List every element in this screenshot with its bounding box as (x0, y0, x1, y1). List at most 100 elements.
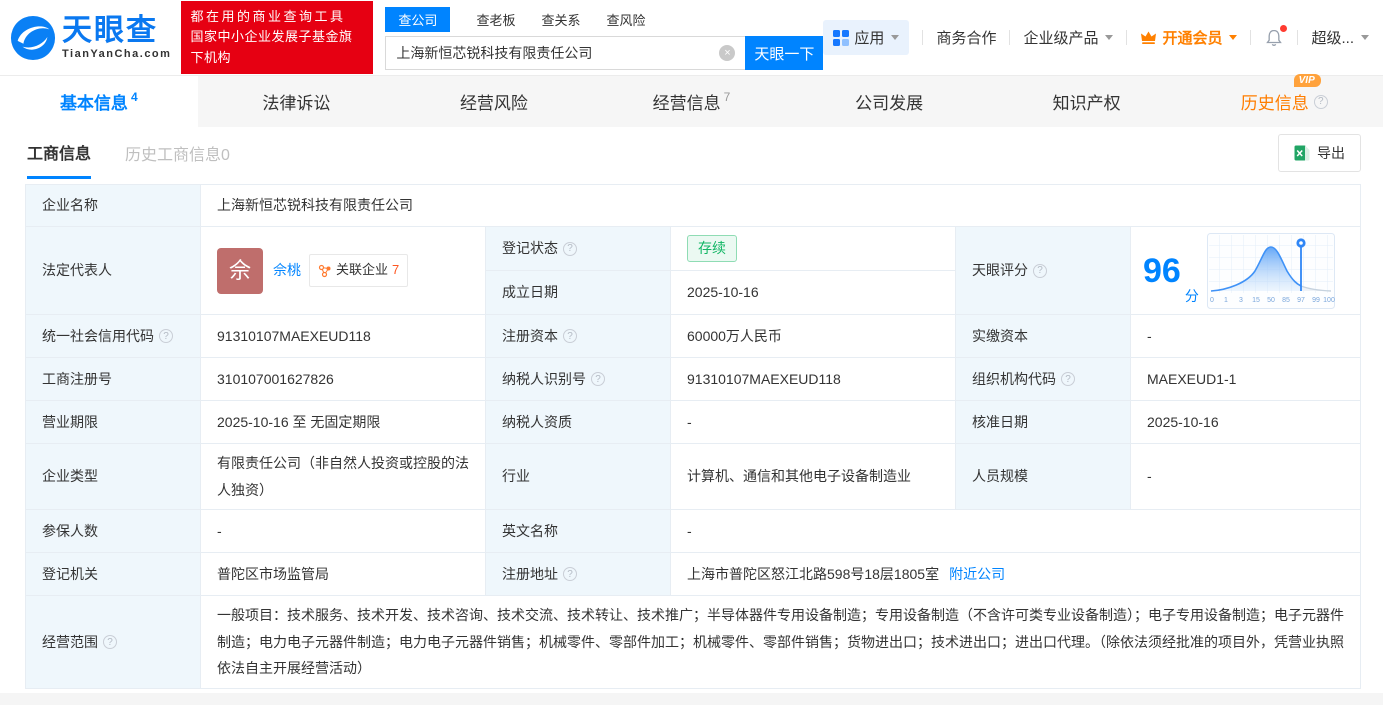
status-date-stack: 登记状态 存续 成立日期 2025-10-16 (486, 227, 956, 314)
reg-status-label-cell: 登记状态 (486, 227, 671, 270)
tab-legal[interactable]: 法律诉讼 (198, 76, 396, 127)
tab-legal-label: 法律诉讼 (262, 94, 331, 113)
taxpayer-id-label-cell: 纳税人识别号 (486, 358, 671, 400)
reg-no-value: 310107001627826 (201, 358, 486, 400)
status-badge: 存续 (687, 235, 737, 262)
uscc-value: 91310107MAEXEUD118 (201, 315, 486, 357)
tab-basic-info[interactable]: 基本信息 4 (0, 76, 198, 127)
reg-authority-value: 普陀区市场监管局 (201, 553, 486, 595)
scope-value: 一般项目：技术服务、技术开发、技术咨询、技术交流、技术转让、技术推广；半导体器件… (217, 607, 1344, 677)
search-tab-company[interactable]: 查公司 (385, 7, 451, 32)
org-code-label: 组织机构代码 (972, 370, 1056, 387)
brand-domain: TianYanCha.com (62, 47, 172, 60)
search-tab-boss[interactable]: 查老板 (476, 7, 515, 32)
help-icon[interactable] (563, 567, 577, 581)
svg-text:15: 15 (1252, 297, 1260, 304)
divider (1126, 30, 1128, 45)
subtab-business-registration[interactable]: 工商信息 (27, 127, 92, 179)
notifications-bell[interactable] (1264, 24, 1288, 48)
svg-text:85: 85 (1282, 297, 1290, 304)
nav-enterprise[interactable]: 企业级产品 (1023, 27, 1114, 48)
svg-text:50: 50 (1267, 297, 1275, 304)
nav-user[interactable]: 超级... (1311, 27, 1369, 48)
company-type-value: 有限责任公司（非自然人投资或控股的法人独资） (201, 444, 486, 509)
uscc-label-cell: 统一社会信用代码 (26, 315, 201, 357)
est-date-label: 成立日期 (486, 271, 671, 314)
nav-open-vip-label: 开通会员 (1162, 30, 1223, 47)
paid-capital-label: 实缴资本 (956, 315, 1131, 357)
table-row: 经营范围 一般项目：技术服务、技术开发、技术咨询、技术交流、技术转让、技术推广；… (26, 596, 1360, 688)
help-icon[interactable] (103, 635, 117, 649)
top-nav: 应用 商务合作 企业级产品 开通会员 超级... (823, 20, 1369, 55)
legal-rep-cell: 佘 佘桃 关联企业 7 (201, 227, 486, 314)
legal-rep-link[interactable]: 佘桃 (273, 257, 301, 284)
apps-grid-icon (833, 29, 850, 46)
english-name-value: - (687, 522, 692, 539)
help-icon[interactable] (563, 241, 577, 256)
taxpayer-id-label: 纳税人识别号 (502, 370, 586, 387)
related-companies-label: 关联企业 (336, 262, 389, 278)
score-cell: 96 分 0 1 3 15 50 85 97 99 100 (1131, 227, 1360, 314)
nav-cooperation-label: 商务合作 (936, 30, 997, 47)
help-icon[interactable] (1061, 372, 1075, 386)
export-button[interactable]: 导出 (1278, 134, 1361, 172)
nav-cooperation[interactable]: 商务合作 (936, 27, 996, 48)
subtab-history-registration[interactable]: 历史工商信息0 (125, 127, 230, 179)
taxpayer-qual-label: 纳税人资质 (486, 401, 671, 443)
help-icon[interactable] (563, 329, 577, 343)
legal-rep-avatar[interactable]: 佘 (217, 247, 263, 294)
svg-text:1: 1 (1224, 297, 1228, 304)
est-date-value: 2025-10-16 (687, 284, 759, 301)
excel-icon (1294, 145, 1310, 161)
org-code-value: MAEXEUD1-1 (1147, 370, 1237, 387)
search-button[interactable]: 天眼一下 (745, 36, 824, 70)
biz-term-value: 2025-10-16 至 无固定期限 (201, 401, 486, 443)
vip-badge: VIP (1293, 74, 1321, 87)
company-tabs: 基本信息 4 法律诉讼 经营风险 经营信息 7 公司发展 知识产权 历史信息 V… (0, 74, 1383, 127)
table-row: 统一社会信用代码 91310107MAEXEUD118 注册资本 60000万人… (26, 315, 1360, 358)
org-code-label-cell: 组织机构代码 (956, 358, 1131, 400)
nav-user-label: 超级... (1311, 30, 1354, 47)
score-value: 96 (1143, 251, 1181, 290)
search-tab-risk[interactable]: 查风险 (606, 7, 645, 32)
tab-business-info[interactable]: 经营信息 7 (593, 76, 791, 127)
divider (922, 30, 924, 45)
crown-icon (1141, 31, 1157, 44)
table-row: 参保人数 - 英文名称 - (26, 510, 1360, 553)
divider (1297, 30, 1299, 45)
tab-basic-info-count: 4 (130, 89, 138, 104)
table-row: 企业名称 上海新恒芯锐科技有限责任公司 (26, 185, 1360, 227)
chevron-down-icon (1229, 35, 1238, 40)
help-icon[interactable] (1033, 263, 1047, 278)
help-icon[interactable] (159, 329, 173, 343)
search-tabs: 查公司 查老板 查关系 查风险 (385, 7, 823, 32)
company-type-label: 企业类型 (26, 444, 201, 509)
nav-apps-label: 应用 (854, 30, 885, 47)
table-row: 企业类型 有限责任公司（非自然人投资或控股的法人独资） 行业 计算机、通信和其他… (26, 444, 1360, 510)
staff-size-value: - (1147, 468, 1152, 485)
paid-capital-value: - (1147, 327, 1152, 344)
nearby-companies-link[interactable]: 附近公司 (949, 561, 1005, 588)
help-icon[interactable] (591, 372, 605, 386)
address-cell: 上海市普陀区怒江北路598号18层1805室 附近公司 (671, 553, 1360, 595)
search-input[interactable] (385, 36, 746, 70)
nav-apps[interactable]: 应用 (823, 20, 910, 55)
chevron-down-icon (1105, 35, 1114, 40)
search-tab-relation[interactable]: 查关系 (541, 7, 580, 32)
related-companies-badge[interactable]: 关联企业 7 (309, 254, 409, 287)
company-name-value: 上海新恒芯锐科技有限责任公司 (217, 197, 413, 214)
help-icon[interactable] (1313, 94, 1328, 109)
tab-intellectual-property[interactable]: 知识产权 (988, 76, 1186, 127)
nav-open-vip[interactable]: 开通会员 (1140, 27, 1238, 48)
scope-label-cell: 经营范围 (26, 596, 201, 688)
tab-intellectual-property-label: 知识产权 (1052, 94, 1121, 113)
divider (1009, 30, 1011, 45)
tab-company-development[interactable]: 公司发展 (790, 76, 988, 127)
tab-operation-risk[interactable]: 经营风险 (395, 76, 593, 127)
company-name-label: 企业名称 (26, 185, 201, 226)
uscc-label: 统一社会信用代码 (42, 327, 154, 344)
svg-text:99: 99 (1312, 297, 1320, 304)
promo-line1: 都在用的商业查询工具 (190, 9, 346, 25)
tianyancha-logo[interactable]: 天眼查 TianYanCha.com (10, 15, 171, 61)
tab-history-info[interactable]: 历史信息 VIP (1185, 74, 1383, 127)
